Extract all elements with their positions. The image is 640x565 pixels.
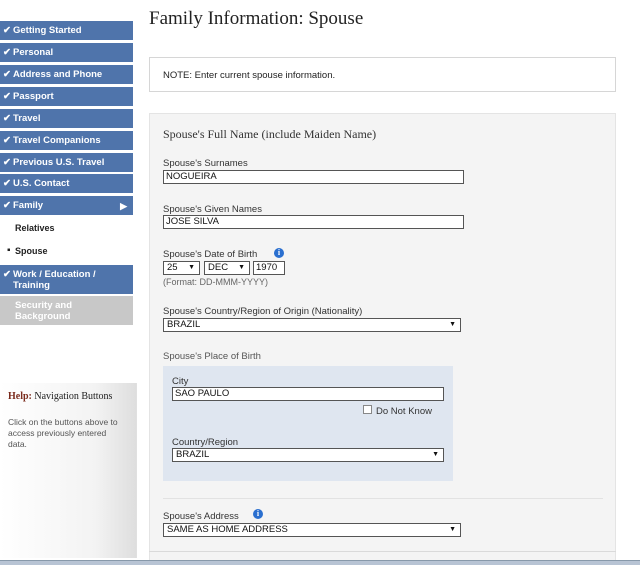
country-label: Country/Region (172, 437, 239, 448)
sidebar-item-label: Travel (13, 113, 41, 124)
sidebar-item-family[interactable]: ✔ Family ▶ (0, 196, 133, 216)
address-select[interactable]: SAME AS HOME ADDRESS ▼ (163, 523, 461, 537)
dob-month-select[interactable]: DEC ▼ (204, 261, 250, 275)
info-icon[interactable]: i (274, 248, 284, 258)
sidebar-item-travel[interactable]: ✔ Travel (0, 109, 133, 129)
chevron-down-icon: ▼ (449, 321, 456, 328)
check-icon: ✔ (3, 113, 11, 124)
note-box: NOTE: Enter current spouse information. (149, 57, 616, 92)
dob-label: Spouse's Date of Birth (163, 249, 258, 260)
sidebar-item-getting-started[interactable]: ✔ Getting Started (0, 21, 133, 41)
check-icon: ✔ (3, 135, 11, 146)
sidebar-item-label: Address and Phone (13, 69, 103, 80)
info-icon[interactable]: i (253, 509, 263, 519)
country-value: BRAZIL (176, 449, 210, 460)
dob-month-value: DEC (208, 262, 229, 273)
sidebar-subitem-label: Relatives (15, 223, 55, 233)
sidebar-item-work-education[interactable]: ✔ Work / Education / Training (0, 265, 133, 295)
given-names-label: Spouse's Given Names (163, 204, 262, 215)
help-title-text: Navigation Buttons (34, 391, 113, 402)
sidebar-item-label-line2: Training (13, 280, 50, 291)
sidebar-item-label: Previous U.S. Travel (13, 157, 105, 168)
current-bullet-icon: ▪ (7, 245, 11, 256)
sidebar-item-label: Getting Started (13, 25, 82, 36)
page-title: Family Information: Spouse (149, 8, 364, 29)
sidebar-item-label: Travel Companions (13, 135, 101, 146)
sidebar-item-us-contact[interactable]: ✔ U.S. Contact (0, 174, 133, 194)
panel-divider (149, 551, 616, 552)
nationality-value: BRAZIL (167, 319, 201, 330)
help-title: Help: Navigation Buttons (8, 391, 112, 402)
chevron-down-icon: ▼ (449, 526, 456, 533)
address-label: Spouse's Address (163, 511, 239, 522)
check-icon: ✔ (3, 269, 11, 280)
expand-arrow-icon: ▶ (120, 201, 127, 211)
help-title-bold: Help: (8, 391, 32, 402)
check-icon: ✔ (3, 91, 11, 102)
dob-day-value: 25 (167, 262, 178, 273)
nationality-label: Spouse's Country/Region of Origin (Natio… (163, 306, 363, 317)
check-icon: ✔ (3, 178, 11, 189)
chevron-down-icon: ▼ (188, 264, 195, 271)
sidebar-item-label-line1: Security and (15, 300, 73, 311)
section-title: Spouse's Full Name (include Maiden Name) (163, 127, 377, 141)
sidebar-item-label-line2: Background (15, 311, 71, 322)
sidebar-subitem-spouse[interactable]: ▪ Spouse (0, 240, 133, 262)
help-panel: Help: Navigation Buttons Click on the bu… (0, 383, 137, 558)
check-icon: ✔ (3, 200, 11, 211)
check-icon: ✔ (3, 47, 11, 58)
sidebar-item-label: Family (13, 200, 44, 211)
place-of-birth-box (163, 366, 453, 481)
dob-format-hint: (Format: DD-MMM-YYYY) (163, 277, 268, 287)
sidebar-item-label: Personal (13, 47, 54, 58)
sidebar-item-address-phone[interactable]: ✔ Address and Phone (0, 65, 133, 85)
city-label: City (172, 376, 189, 387)
place-of-birth-label: Spouse's Place of Birth (163, 351, 261, 362)
check-icon: ✔ (3, 25, 11, 36)
sidebar-item-label-line1: Work / Education / (13, 269, 96, 280)
sidebar-item-personal[interactable]: ✔ Personal (0, 43, 133, 63)
section-divider (163, 498, 603, 499)
do-not-know-label: Do Not Know (376, 406, 432, 417)
dob-year-input[interactable]: 1970 (253, 261, 285, 275)
sidebar-subitem-label: Spouse (15, 246, 48, 256)
sidebar-item-previous-us-travel[interactable]: ✔ Previous U.S. Travel (0, 153, 133, 173)
address-value: SAME AS HOME ADDRESS (167, 524, 288, 535)
do-not-know-checkbox[interactable] (363, 405, 372, 414)
sidebar-subitem-relatives[interactable]: Relatives (0, 217, 133, 239)
sidebar-item-label: Passport (13, 91, 54, 102)
sidebar-item-passport[interactable]: ✔ Passport (0, 87, 133, 107)
sidebar-item-travel-companions[interactable]: ✔ Travel Companions (0, 131, 133, 151)
city-input[interactable]: SAO PAULO (172, 387, 444, 401)
dob-day-select[interactable]: 25 ▼ (163, 261, 200, 275)
nationality-select[interactable]: BRAZIL ▼ (163, 318, 461, 332)
help-text: Click on the buttons above to access pre… (8, 417, 118, 449)
surnames-input[interactable]: NOGUEIRA (163, 170, 464, 184)
given-names-input[interactable]: JOSE SILVA (163, 215, 464, 229)
taskbar (0, 560, 640, 565)
check-icon: ✔ (3, 69, 11, 80)
sidebar-item-label: U.S. Contact (13, 178, 70, 189)
sidebar-item-security-background: Security and Background (0, 296, 133, 326)
check-icon: ✔ (3, 157, 11, 168)
country-select[interactable]: BRAZIL ▼ (172, 448, 444, 462)
surnames-label: Spouse's Surnames (163, 158, 248, 169)
sidebar-nav: ✔ Getting Started ✔ Personal ✔ Address and … (0, 0, 137, 565)
chevron-down-icon: ▼ (432, 451, 439, 458)
chevron-down-icon: ▼ (238, 264, 245, 271)
